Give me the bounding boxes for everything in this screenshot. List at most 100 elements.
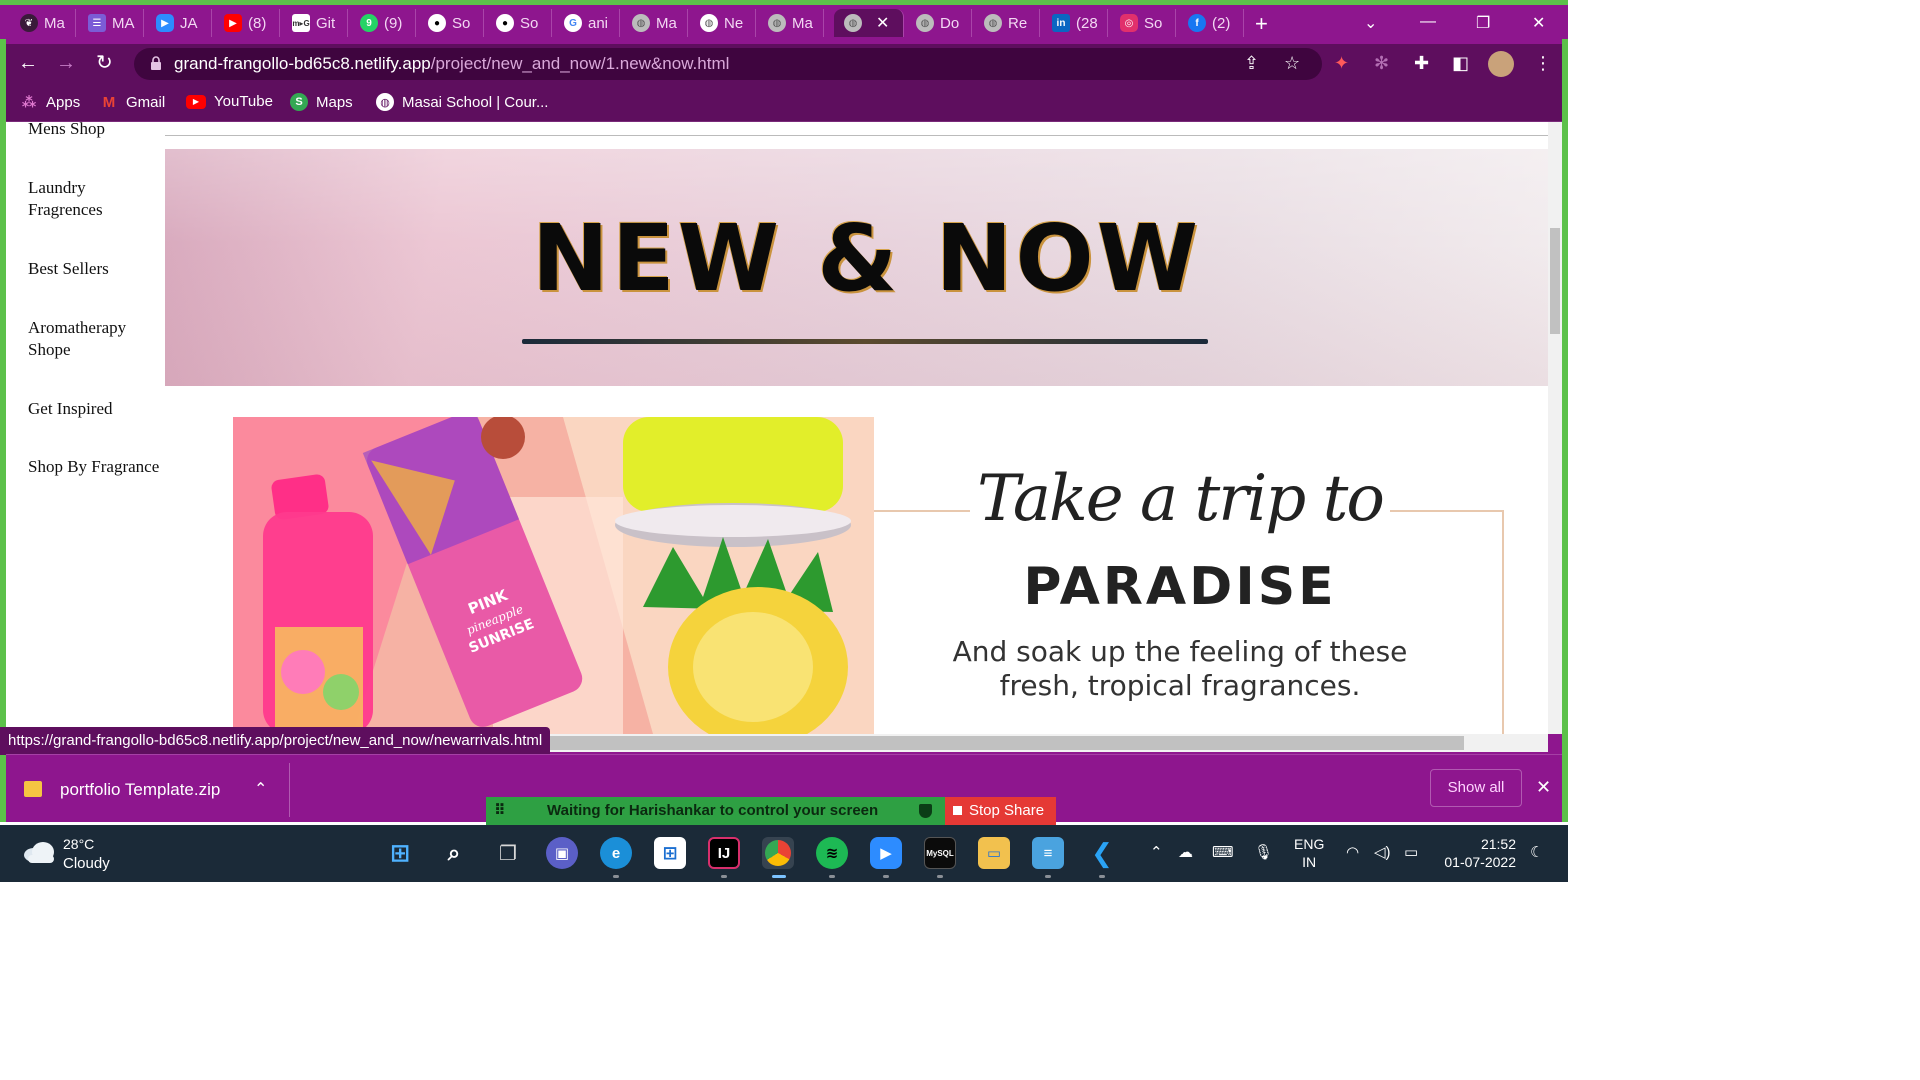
tab-linkedin[interactable]: in (28 xyxy=(1042,9,1108,37)
file-explorer-icon[interactable]: ▭ xyxy=(978,837,1010,869)
store-icon[interactable]: ⊞ xyxy=(654,837,686,869)
vscode-icon[interactable]: ❮ xyxy=(1086,837,1118,869)
bookmark-apps[interactable]: ⁂ Apps xyxy=(20,93,80,111)
clock[interactable]: 21:52 01-07-2022 xyxy=(1440,835,1516,871)
forward-arrow-icon[interactable]: → xyxy=(56,52,76,74)
sidebar-item-best-sellers[interactable]: Best Sellers xyxy=(28,258,163,280)
tab-instagram[interactable]: ◎ So xyxy=(1110,9,1176,37)
search-icon[interactable]: ⌕ xyxy=(438,837,470,869)
cloud-icon[interactable] xyxy=(22,841,56,863)
battery-icon[interactable]: ▭ xyxy=(1404,843,1418,861)
share-icon[interactable]: ⇪ xyxy=(1244,53,1259,74)
tab-forms[interactable]: ☰ MA xyxy=(78,9,144,37)
bookmark-masai[interactable]: ◍ Masai School | Cour... xyxy=(376,93,548,111)
running-indicator xyxy=(721,875,727,878)
promo-product-image[interactable]: PINK pineapple SUNRISE xyxy=(233,417,874,734)
vertical-scrollbar[interactable] xyxy=(1548,122,1562,734)
tab-globe-5[interactable]: ◍ Re xyxy=(974,9,1040,37)
tab-masai[interactable]: ❦ Ma xyxy=(10,9,76,37)
color-picker-extension-icon[interactable]: ✦ xyxy=(1334,53,1349,74)
show-all-button[interactable]: Show all xyxy=(1430,769,1522,807)
notifications-icon[interactable]: ☾ xyxy=(1530,843,1543,861)
task-view-icon[interactable]: ❐ xyxy=(492,837,524,869)
avatar[interactable] xyxy=(1488,51,1514,77)
tab-active[interactable]: ◍ ✕ xyxy=(834,9,904,37)
tab-globe-1[interactable]: ◍ Ma xyxy=(622,9,688,37)
tab-globe-3[interactable]: ◍ Ma xyxy=(758,9,824,37)
bookmark-gmail[interactable]: M Gmail xyxy=(100,93,165,111)
maps-icon: S xyxy=(290,93,308,111)
stop-share-button[interactable]: Stop Share xyxy=(945,797,1056,825)
microphone-icon[interactable]: 🎙︎ xyxy=(1254,843,1273,861)
side-panel-icon[interactable]: ◧ xyxy=(1452,53,1469,74)
chevron-up-icon[interactable]: ⌃ xyxy=(1150,843,1163,861)
tab-globe-2[interactable]: ◍ Ne xyxy=(690,9,756,37)
wifi-icon[interactable]: ◠ xyxy=(1346,843,1359,861)
globe-icon: ◍ xyxy=(700,14,718,32)
promo-text-panel[interactable]: Take a trip to PARADISE And soak up the … xyxy=(874,417,1548,734)
back-arrow-icon[interactable]: ← xyxy=(18,52,38,74)
intellij-icon[interactable]: IJ xyxy=(708,837,740,869)
gmail-icon: M xyxy=(102,93,116,111)
chrome-icon[interactable] xyxy=(762,837,794,869)
bookmarks-bar: ⁂ Apps M Gmail ▶ YouTube S Maps ◍ Masai Schoo… xyxy=(6,84,1562,122)
bookmark-maps[interactable]: S Maps xyxy=(290,93,353,111)
tab-whatsapp[interactable]: 9 (9) xyxy=(350,9,416,37)
tab-search-chevron-icon[interactable]: ⌄ xyxy=(1364,13,1377,33)
tab-facebook[interactable]: f (2) xyxy=(1178,9,1244,37)
screen-share-message: Waiting for Harishankar to control your … xyxy=(547,802,879,819)
menu-kebab-icon[interactable]: ⋮ xyxy=(1534,53,1552,74)
new-tab-button[interactable]: + xyxy=(1255,13,1268,35)
reload-icon[interactable]: ↻ xyxy=(96,52,113,74)
tab-google[interactable]: Gani xyxy=(554,9,620,37)
zoom-icon[interactable]: ▶ xyxy=(870,837,902,869)
notepad-icon[interactable]: ≡ xyxy=(1032,837,1064,869)
keyboard-icon[interactable]: ⌨ xyxy=(1212,843,1234,861)
language-code: ENG xyxy=(1294,836,1325,852)
spotify-icon[interactable]: ≋ xyxy=(816,837,848,869)
tab-github-2[interactable]: ● So xyxy=(486,9,552,37)
clock-date: 01-07-2022 xyxy=(1444,854,1516,870)
hero-title: NEW & NOW xyxy=(531,205,1202,312)
sidebar-item-shop-by-fragrance[interactable]: Shop By Fragrance xyxy=(28,456,163,478)
download-file-name[interactable]: portfolio Template.zip xyxy=(60,780,220,800)
volume-icon[interactable]: ◁) xyxy=(1374,843,1391,861)
minimize-icon[interactable]: — xyxy=(1420,13,1436,31)
hero-banner[interactable]: NEW & NOW xyxy=(165,149,1548,386)
extensions-puzzle-icon[interactable]: ✚ xyxy=(1414,53,1429,74)
vertical-scroll-thumb[interactable] xyxy=(1550,228,1560,334)
mysql-icon[interactable]: MySQL xyxy=(924,837,956,869)
start-windows-icon[interactable]: ⊞ xyxy=(384,837,416,869)
sidebar-item-aromatherapy-shope[interactable]: Aromatherapy Shope xyxy=(28,317,163,361)
sidebar-item-mens-shop[interactable]: Mens Shop xyxy=(28,122,163,140)
url-path: /project/new_and_now/1.new&now.html xyxy=(430,54,730,73)
close-tab-icon[interactable]: ✕ xyxy=(876,13,889,33)
sidebar-item-laundry-fragrences[interactable]: Laundry Fragrences xyxy=(28,177,163,221)
address-bar[interactable]: grand-frangollo-bd65c8.netlify.app/proje… xyxy=(134,48,1322,80)
tab-globe-4[interactable]: ◍ Do xyxy=(906,9,972,37)
edge-icon[interactable]: e xyxy=(600,837,632,869)
product-photo-illustration: PINK pineapple SUNRISE xyxy=(233,417,874,734)
page-viewport: Mens Shop Laundry Fragrences Best Seller… xyxy=(6,122,1548,734)
close-window-icon[interactable]: ✕ xyxy=(1532,13,1545,33)
restore-icon[interactable]: ❐ xyxy=(1476,13,1490,33)
tab-youtube[interactable]: ▶ (8) xyxy=(214,9,280,37)
drag-handle-icon[interactable]: ⠿ xyxy=(494,797,506,825)
bug-extension-icon[interactable]: ✻ xyxy=(1374,53,1389,74)
masai-icon: ❦ xyxy=(20,14,38,32)
tab-github-1[interactable]: ● So xyxy=(418,9,484,37)
bookmark-youtube[interactable]: ▶ YouTube xyxy=(186,93,273,110)
language-indicator[interactable]: ENG IN xyxy=(1294,835,1324,871)
close-icon[interactable]: ✕ xyxy=(1536,777,1551,798)
weather-description[interactable]: Cloudy xyxy=(63,855,110,872)
chevron-up-icon[interactable]: ⌃ xyxy=(254,779,267,799)
tab-zoom[interactable]: ▶ JA xyxy=(146,9,212,37)
sidebar-item-get-inspired[interactable]: Get Inspired xyxy=(28,398,163,420)
weather-temperature[interactable]: 28°C xyxy=(63,836,94,852)
tab-git[interactable]: m▸G Git xyxy=(282,9,348,37)
bookmark-star-icon[interactable]: ☆ xyxy=(1284,53,1300,74)
teams-chat-icon[interactable]: ▣ xyxy=(546,837,578,869)
lock-icon[interactable] xyxy=(150,56,162,70)
google-icon: G xyxy=(564,14,582,32)
onedrive-cloud-icon[interactable]: ☁ xyxy=(1178,843,1193,861)
